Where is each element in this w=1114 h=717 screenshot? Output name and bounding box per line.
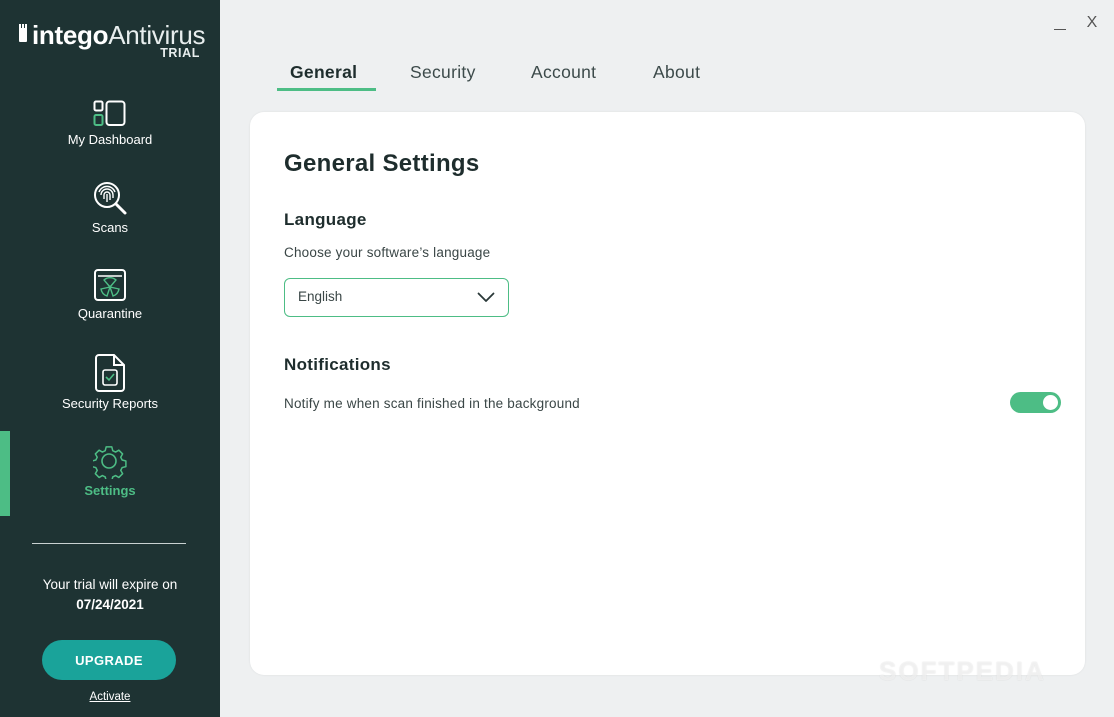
activate-link[interactable]: Activate [0, 691, 220, 703]
sidebar-item-quarantine[interactable]: Quarantine [0, 268, 220, 321]
watermark: SOFTPEDIA [879, 656, 1046, 686]
intego-logo: integoAntivirus TRIAL [18, 18, 208, 62]
language-description: Choose your software’s language [284, 245, 491, 260]
page-title: General Settings [284, 150, 480, 177]
sidebar-item-security-reports[interactable]: Security Reports [0, 354, 220, 411]
chevron-down-icon [477, 292, 495, 302]
tab-security[interactable]: Security [410, 62, 476, 83]
sidebar-item-label: My Dashboard [67, 132, 153, 147]
fingerprint-scan-icon [94, 182, 127, 215]
tab-about[interactable]: About [653, 62, 700, 83]
brand-name: intego [32, 20, 109, 50]
edition-label: TRIAL [160, 46, 200, 60]
trial-expiry-text: Your trial will expire on [42, 577, 178, 592]
settings-card [250, 112, 1085, 675]
tower-icon [18, 24, 28, 42]
scan-notification-toggle[interactable] [1010, 392, 1061, 413]
minimize-button[interactable] [1053, 20, 1067, 32]
tab-general[interactable]: General [290, 62, 357, 83]
language-selected-value: English [298, 289, 343, 304]
active-tab-underline [277, 88, 376, 91]
report-icon [95, 354, 125, 392]
sidebar-item-settings[interactable]: Settings [0, 445, 220, 498]
trial-expiry-date: 07/24/2021 [76, 597, 144, 612]
notifications-description: Notify me when scan finished in the back… [284, 396, 580, 411]
dashboard-icon [93, 100, 126, 126]
sidebar: integoAntivirus TRIAL My Dashboard Scans [0, 0, 220, 717]
sidebar-item-dashboard[interactable]: My Dashboard [0, 100, 220, 147]
gear-icon [93, 446, 127, 479]
sidebar-item-label: Security Reports [61, 396, 159, 411]
toggle-knob [1043, 395, 1058, 410]
language-select[interactable]: English [284, 278, 509, 317]
close-button[interactable]: X [1083, 14, 1101, 32]
sidebar-item-label: Settings [84, 483, 136, 498]
upgrade-button[interactable]: UPGRADE [42, 640, 176, 680]
language-heading: Language [284, 210, 367, 229]
sidebar-divider [32, 543, 186, 544]
sidebar-item-label: Scans [91, 220, 129, 235]
sidebar-item-label: Quarantine [77, 306, 143, 321]
notifications-heading: Notifications [284, 355, 391, 374]
tab-account[interactable]: Account [531, 62, 596, 83]
quarantine-icon [94, 269, 126, 301]
sidebar-item-scans[interactable]: Scans [0, 180, 220, 235]
